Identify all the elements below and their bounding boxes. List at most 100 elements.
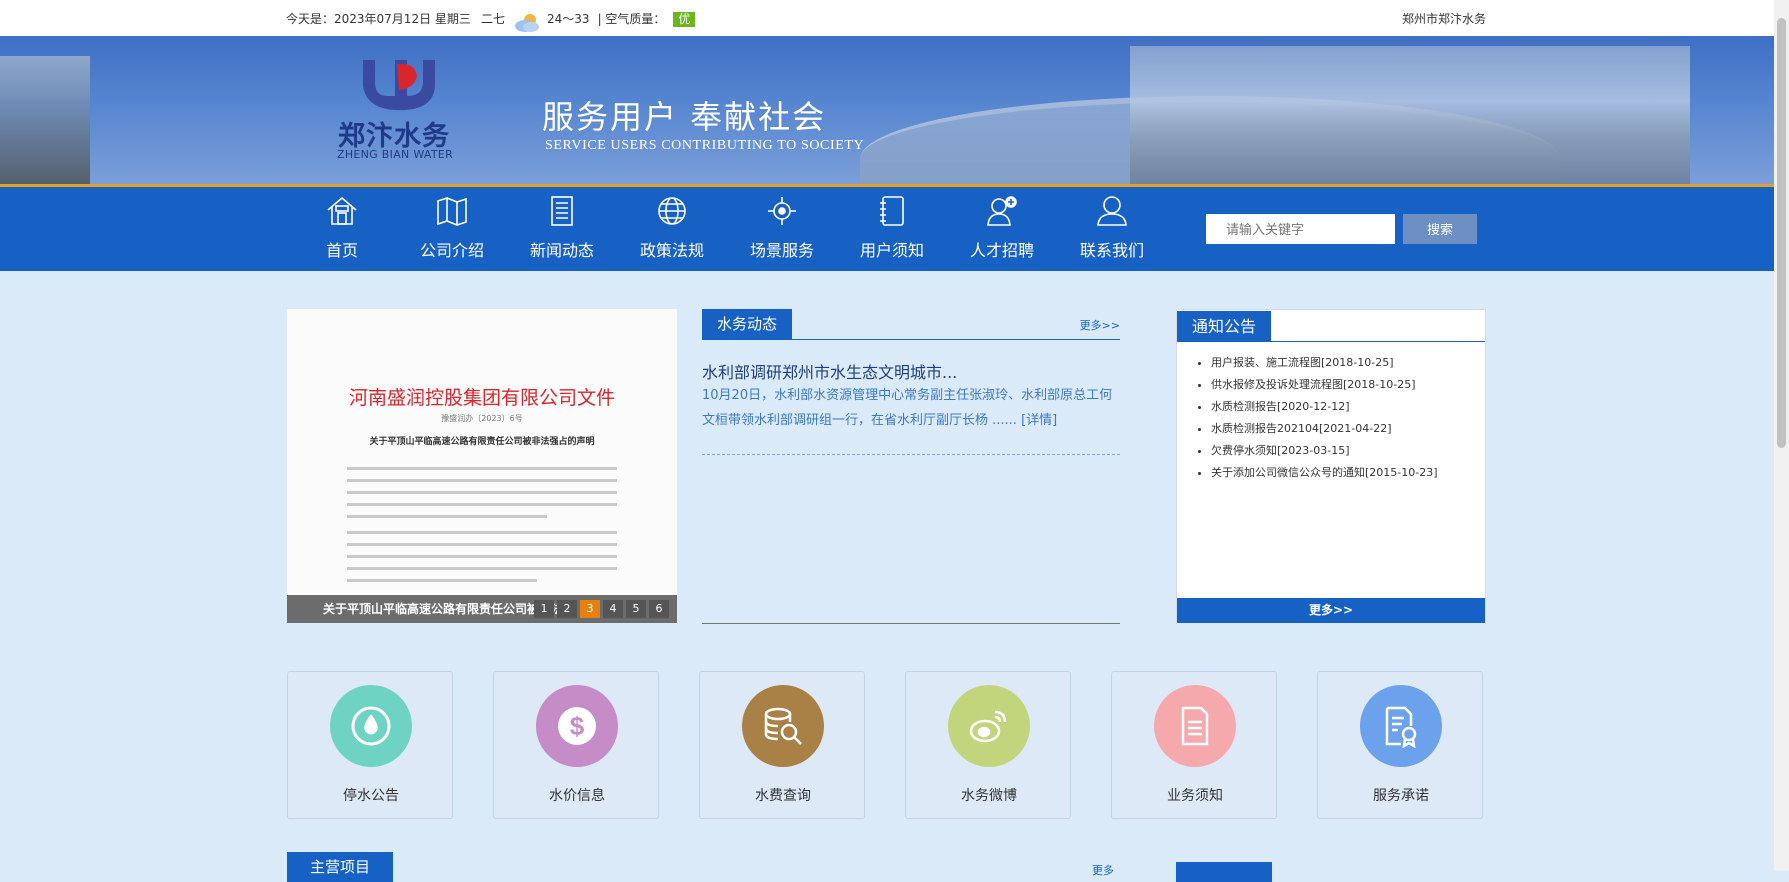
news-section-title[interactable]: 水务动态 (702, 309, 793, 340)
nav-label: 政策法规 (639, 241, 704, 260)
slogan-en: SERVICE USERS CONTRIBUTING TO SOCIETY (545, 138, 865, 153)
secondary-section-tab[interactable] (1176, 862, 1272, 882)
service-business-notice[interactable]: 业务须知 (1111, 671, 1277, 819)
doc-text-line (347, 555, 617, 558)
file-icon (1181, 706, 1209, 746)
doc-text-line (347, 567, 617, 570)
nav-item-policy[interactable]: 政策法规 (617, 187, 727, 271)
doc-text-line (347, 543, 617, 546)
notice-more-button[interactable]: 更多>> (1177, 598, 1485, 623)
dashed-divider (702, 454, 1120, 455)
add-user-icon (987, 196, 1017, 226)
header-banner: 郑汴水务 ZHENG BIAN WATER 服务用户 奉献社会 SERVICE … (0, 36, 1774, 184)
service-icon-circle (948, 685, 1030, 767)
dollar-icon: $ (558, 707, 596, 745)
doc-text-line (347, 479, 617, 482)
database-search-icon (764, 707, 802, 745)
banner-photo-right (1130, 46, 1690, 184)
news-carousel[interactable]: 河南盛润控股集团有限公司文件 豫盛润办〔2023〕6号 关于平顶山平临高速公路有… (287, 309, 677, 623)
notice-item[interactable]: 水质检测报告202104[2021-04-22] (1211, 418, 1438, 440)
document-icon (551, 196, 573, 226)
nav-item-company[interactable]: 公司介绍 (397, 187, 507, 271)
carousel-doc-heading: 关于平顶山平临高速公路有限责任公司被非法强占的声明 (369, 437, 595, 447)
notice-item[interactable]: 水质检测报告[2020-12-12] (1211, 396, 1438, 418)
doc-text-line (347, 467, 617, 470)
certificate-icon (1385, 706, 1417, 748)
nav-item-contact[interactable]: 联系我们 (1057, 187, 1167, 271)
notice-item[interactable]: 用户报装、施工流程图[2018-10-25] (1211, 352, 1438, 374)
notice-item[interactable]: 供水报修及投诉处理流程图[2018-10-25] (1211, 374, 1438, 396)
service-weibo[interactable]: 水务微博 (905, 671, 1071, 819)
news-more-link[interactable]: 更多>> (1080, 317, 1120, 333)
carousel-doc-number: 豫盛润办〔2023〕6号 (441, 414, 523, 423)
nav-label: 人才招聘 (969, 241, 1034, 260)
nav-label: 新闻动态 (529, 241, 594, 260)
logo-text-en: ZHENG BIAN WATER (337, 148, 454, 161)
service-label: 业务须知 (1167, 788, 1223, 804)
notice-item[interactable]: 欠费停水须知[2023-03-15] (1211, 440, 1438, 462)
service-commitment[interactable]: 服务承诺 (1317, 671, 1483, 819)
nav-item-scene-service[interactable]: 场景服务 (727, 187, 837, 271)
doc-text-line (347, 503, 617, 506)
carousel-page-3[interactable]: 3 (580, 600, 600, 618)
notice-section-title[interactable]: 通知公告 (1177, 311, 1272, 341)
doc-text-line (347, 491, 617, 494)
service-fee-query[interactable]: 水费查询 (699, 671, 865, 819)
news-headline[interactable]: 水利部调研郑州市水生态文明城市... (702, 359, 957, 383)
nav-item-user-notice[interactable]: 用户须知 (837, 187, 947, 271)
target-icon (768, 197, 796, 225)
search-button[interactable]: 搜索 (1403, 214, 1477, 244)
notice-list: 用户报装、施工流程图[2018-10-25] 供水报修及投诉处理流程图[2018… (1195, 352, 1438, 484)
carousel-page-4[interactable]: 4 (603, 600, 623, 618)
temperature-range: 24～33 (547, 12, 590, 26)
service-label: 水价信息 (549, 788, 605, 804)
weather-widget: 二七 24～33 | 空气质量： 优 (481, 0, 696, 38)
news-bottom-border (702, 623, 1120, 624)
service-icon-circle (1360, 685, 1442, 767)
globe-icon (658, 197, 686, 225)
scrollbar-thumb[interactable] (1777, 18, 1786, 448)
carousel-page-5[interactable]: 5 (626, 600, 646, 618)
main-projects-tab[interactable]: 主营项目 (287, 852, 393, 882)
nav-item-news[interactable]: 新闻动态 (507, 187, 617, 271)
water-drop-icon (351, 706, 391, 746)
service-water-price[interactable]: $ 水价信息 (493, 671, 659, 819)
carousel-doc-title: 河南盛润控股集团有限公司文件 (348, 387, 615, 409)
carousel-page-6[interactable]: 6 (649, 600, 669, 618)
nav-label: 用户须知 (859, 241, 924, 260)
nav-item-recruitment[interactable]: 人才招聘 (947, 187, 1057, 271)
cloudy-weather-icon (513, 10, 540, 32)
carousel-page-1[interactable]: 1 (534, 600, 554, 618)
date-text: 今天是：2023年07月12日 星期三 (286, 12, 471, 26)
air-quality-label: | 空气质量： (597, 12, 666, 26)
home-icon (327, 196, 357, 225)
doc-text-line (347, 531, 617, 534)
district-name: 二七 (481, 12, 506, 26)
main-nav: 首页 公司介绍 新闻动态 政策法规 场景服务 用户须知 人才招聘 联系我们 搜索 (0, 187, 1774, 271)
carousel-caption[interactable]: 关于平顶山平临高速公路有限责任公司被非法强占的声明 (323, 595, 569, 623)
slogan-cn: 服务用户 奉献社会 (542, 98, 827, 136)
service-label: 水费查询 (755, 788, 811, 804)
service-label: 停水公告 (343, 788, 399, 804)
top-bar: 今天是：2023年07月12日 星期三 二七 24～33 | 空气质量： 优 郑… (0, 0, 1774, 36)
projects-more-link[interactable]: 更多 (1092, 862, 1114, 878)
water-news-section: 水务动态 更多>> 水利部调研郑州市水生态文明城市... 10月20日，水利部水… (702, 309, 1120, 625)
search-input[interactable] (1206, 214, 1395, 244)
carousel-pager: 1 2 3 4 5 6 (534, 600, 669, 618)
nav-label: 联系我们 (1079, 241, 1144, 260)
company-logo[interactable]: 郑汴水务 ZHENG BIAN WATER (335, 52, 475, 162)
service-label: 服务承诺 (1373, 788, 1429, 804)
carousel-page-2[interactable]: 2 (557, 600, 577, 618)
nav-label: 公司介绍 (419, 241, 484, 260)
service-label: 水务微博 (961, 788, 1017, 804)
doc-text-line (347, 579, 537, 582)
svg-text:$: $ (570, 711, 585, 741)
air-quality-badge: 优 (673, 11, 696, 27)
news-detail-link[interactable]: [详情] (1021, 413, 1057, 428)
service-water-outage[interactable]: 停水公告 (287, 671, 453, 819)
company-name: 郑州市郑汴水务 (1401, 12, 1486, 26)
page-scrollbar[interactable] (1774, 0, 1789, 871)
nav-item-home[interactable]: 首页 (287, 187, 397, 271)
notice-item[interactable]: 关于添加公司微信公众号的通知[2015-10-23] (1211, 462, 1438, 484)
section-underline (1177, 341, 1485, 342)
